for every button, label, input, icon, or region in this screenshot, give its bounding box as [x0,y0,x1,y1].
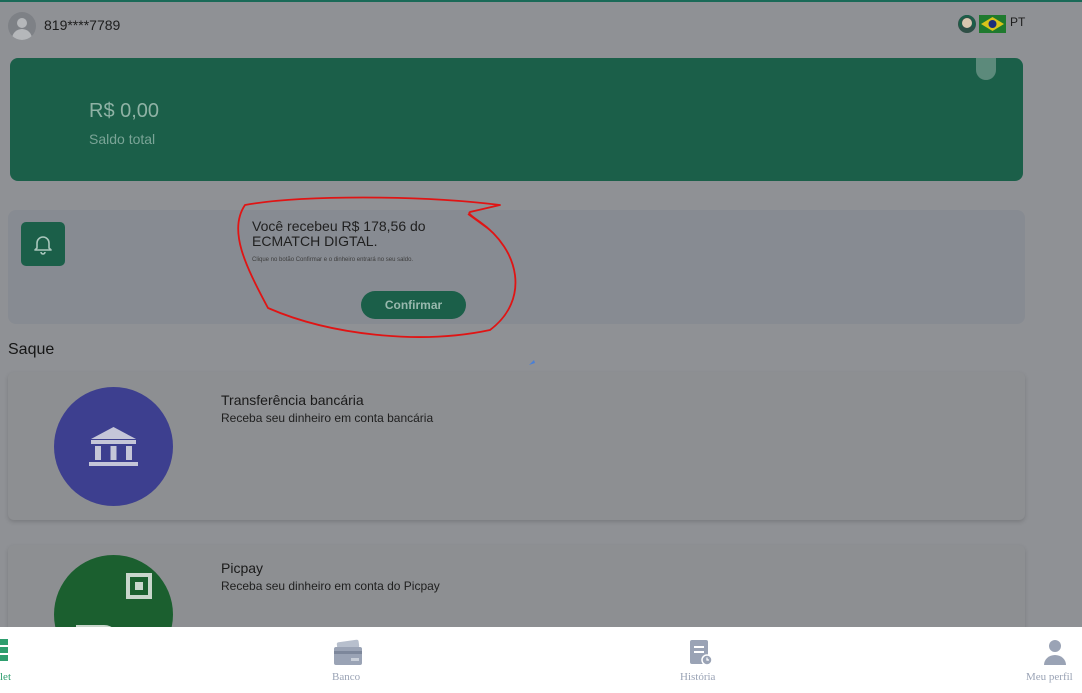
bank-icon [54,387,173,506]
bank-transfer-option[interactable]: Transferência bancária Receba seu dinhei… [8,372,1025,520]
card-handle [976,58,996,80]
profile-icon [1044,640,1066,665]
nav-wallet[interactable]: let [0,627,40,693]
balance-amount: R$ 0,00 [89,100,160,122]
balance-label: Saldo total [89,131,156,147]
notification-subtitle: Clique no botão Confirmar e o dinheiro e… [252,257,414,263]
bell-icon [34,236,52,255]
notification-bell [21,222,65,266]
balance-card: R$ 0,00 Saldo total [10,58,1023,181]
nav-bank[interactable]: Banco [318,627,378,693]
method-description: Receba seu dinheiro em conta bancária [221,411,434,425]
confirm-button[interactable]: Confirmar [361,291,466,319]
notification-title: Você recebeu R$ 178,56 do ECMATCH DIGTAL… [252,218,426,249]
brazil-flag-icon[interactable] [979,15,1006,33]
withdraw-section-title: Saque [8,341,55,358]
method-name: Transferência bancária [221,392,364,408]
nav-label: let [0,671,11,683]
nav-history[interactable]: História [670,627,730,693]
nav-label: História [680,671,716,683]
method-name: Picpay [221,560,264,576]
picpay-option[interactable]: Picpay Receba seu dinheiro em conta do P… [8,545,1025,674]
cursor-marker-icon [529,360,535,365]
card-icon [334,639,362,665]
user-phone: 819****7789 [44,17,121,33]
avatar[interactable] [8,12,36,40]
nav-profile[interactable]: Meu perfil [1024,627,1082,693]
customer-support-icon[interactable] [957,14,977,34]
method-description: Receba seu dinheiro em conta do Picpay [221,579,440,593]
header: 819****7789 PT [0,2,1082,46]
history-icon [690,640,713,666]
notification-card: Você recebeu R$ 178,56 do ECMATCH DIGTAL… [8,210,1025,324]
language-selector[interactable]: PT [1010,15,1025,29]
nav-label: Banco [332,671,361,683]
nav-label: Meu perfil [1026,671,1073,683]
bottom-navigation: let Banco História Meu perfil [0,627,1082,693]
wallet-icon [0,639,8,661]
